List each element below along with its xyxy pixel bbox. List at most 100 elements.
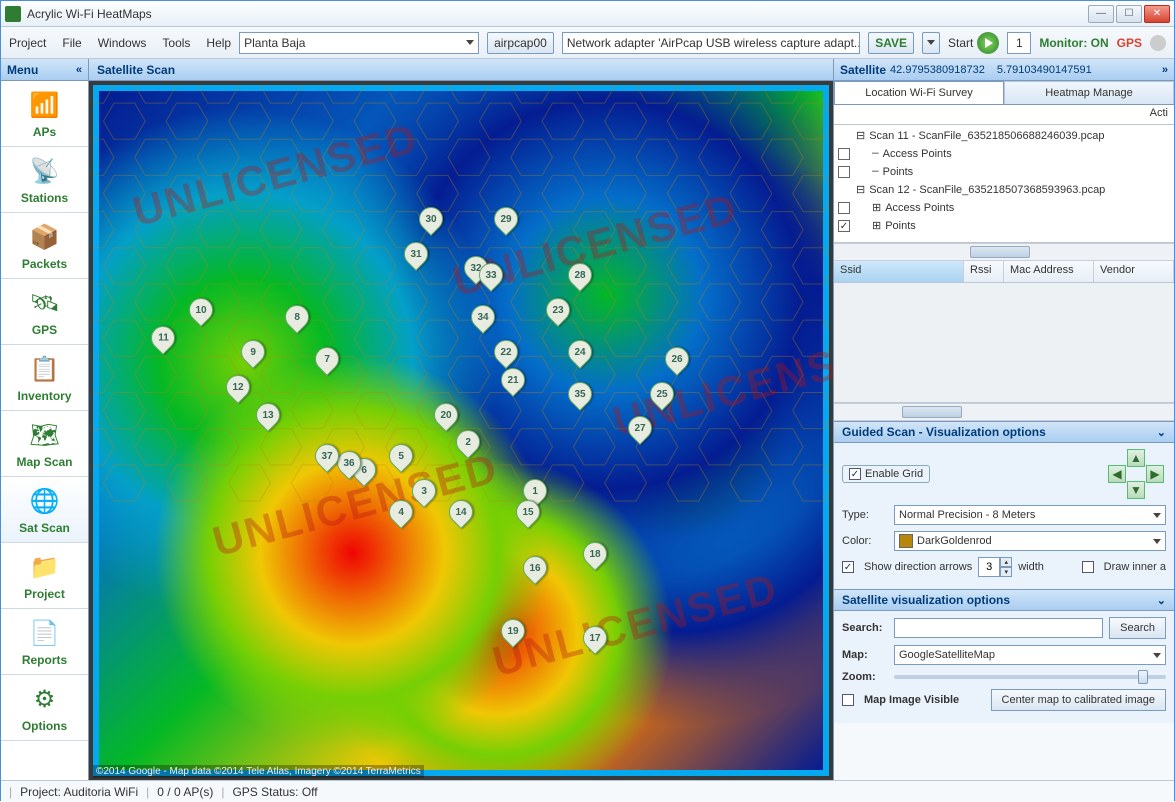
spinner-down[interactable]: ▾ [1000,567,1012,577]
tree-scrollbar[interactable] [834,243,1174,261]
map-marker[interactable]: 13 [256,403,280,431]
menu-file[interactable]: File [62,36,81,50]
expand-icon[interactable]: » [1162,64,1168,76]
tab-location-survey[interactable]: Location Wi-Fi Survey [834,81,1004,104]
map-marker[interactable]: 37 [315,444,339,472]
map-marker[interactable]: 21 [501,368,525,396]
satellite-options-header[interactable]: Satellite visualization options⌄ [834,589,1174,611]
map-marker[interactable]: 3 [412,479,436,507]
scan-count[interactable]: 1 [1007,32,1031,54]
map-marker[interactable]: 27 [628,416,652,444]
save-button[interactable]: SAVE [868,32,914,54]
map-marker[interactable]: 9 [241,340,265,368]
sidebar-item-inventory[interactable]: 📋Inventory [1,345,88,411]
menu-windows[interactable]: Windows [98,36,147,50]
scan-node[interactable]: ⊟ Scan 12 - ScanFile_635218507368593963.… [838,181,1170,199]
sidebar-item-stations[interactable]: 📡Stations [1,147,88,213]
tree-checkbox[interactable] [838,202,850,214]
guided-scan-section-header[interactable]: Guided Scan - Visualization options⌄ [834,421,1174,443]
zoom-slider[interactable] [894,675,1166,679]
arrow-width-spinner[interactable]: ▴▾ [978,557,1012,577]
search-input[interactable] [894,618,1103,638]
map-marker[interactable]: 5 [389,444,413,472]
map-marker[interactable]: 20 [434,403,458,431]
map-marker[interactable]: 17 [583,626,607,654]
monitor-status[interactable]: Monitor: ON [1039,36,1108,50]
sidebar-item-gps[interactable]: 🛰GPS [1,279,88,345]
map-marker[interactable]: 31 [404,242,428,270]
tree-checkbox[interactable] [838,166,850,178]
collapse-icon[interactable]: « [76,64,82,76]
map-marker[interactable]: 16 [523,556,547,584]
scan-tree[interactable]: ⊟ Scan 11 - ScanFile_635218506688246039.… [834,125,1174,243]
map-marker[interactable]: 36 [337,451,361,479]
map-marker[interactable]: 11 [151,326,175,354]
map-marker[interactable]: 14 [449,500,473,528]
adapter-description[interactable]: Network adapter 'AirPcap USB wireless ca… [562,32,860,54]
save-dropdown[interactable] [922,32,940,54]
spinner-up[interactable]: ▴ [1000,557,1012,567]
sidebar-item-sat-scan[interactable]: 🌐Sat Scan [1,477,88,543]
sidebar-item-options[interactable]: ⚙Options [1,675,88,741]
scan-child[interactable]: ✓⊞ Points [838,217,1170,235]
map-marker[interactable]: 33 [479,263,503,291]
tab-heatmap-manager[interactable]: Heatmap Manage [1004,81,1174,104]
map-marker[interactable]: 23 [546,298,570,326]
map-marker[interactable]: 19 [501,619,525,647]
sidebar-item-aps[interactable]: 📶APs [1,81,88,147]
map-marker[interactable]: 10 [189,298,213,326]
map-marker[interactable]: 2 [456,430,480,458]
maximize-button[interactable]: ☐ [1116,5,1142,23]
col-vendor[interactable]: Vendor [1094,261,1174,282]
center-map-button[interactable]: Center map to calibrated image [991,689,1166,711]
map-marker[interactable]: 8 [285,305,309,333]
sidebar-item-project[interactable]: 📁Project [1,543,88,609]
ssid-table-body[interactable] [834,283,1174,403]
scan-child[interactable]: — Access Points [838,145,1170,163]
map-visible-checkbox[interactable] [842,694,854,706]
minimize-button[interactable]: — [1088,5,1114,23]
scan-node[interactable]: ⊟ Scan 11 - ScanFile_635218506688246039.… [838,127,1170,145]
map-provider-select[interactable]: GoogleSatelliteMap [894,645,1166,665]
map-marker[interactable]: 24 [568,340,592,368]
map-marker[interactable]: 18 [583,542,607,570]
close-button[interactable]: ✕ [1144,5,1170,23]
ssid-scrollbar[interactable] [834,403,1174,421]
pan-right-button[interactable]: ▶ [1146,465,1164,483]
grid-color-select[interactable]: DarkGoldenrod [894,531,1166,551]
map-marker[interactable]: 4 [389,500,413,528]
precision-type-select[interactable]: Normal Precision - 8 Meters [894,505,1166,525]
col-mac[interactable]: Mac Address [1004,261,1094,282]
map-marker[interactable]: 28 [568,263,592,291]
map-marker[interactable]: 35 [568,382,592,410]
map-marker[interactable]: 7 [315,347,339,375]
scan-child[interactable]: — Points [838,163,1170,181]
scan-child[interactable]: ⊞ Access Points [838,199,1170,217]
map-canvas[interactable]: UNLICENSED UNLICENSED UNLICENSED UNLICEN… [89,81,833,780]
map-marker[interactable]: 15 [516,500,540,528]
gps-status-label[interactable]: GPS [1117,36,1142,50]
map-marker[interactable]: 22 [494,340,518,368]
map-marker[interactable]: 12 [226,375,250,403]
map-marker[interactable]: 29 [494,207,518,235]
menu-tools[interactable]: Tools [162,36,190,50]
sidebar-item-packets[interactable]: 📦Packets [1,213,88,279]
col-ssid[interactable]: Ssid [834,261,964,282]
pan-down-button[interactable]: ▼ [1127,481,1145,499]
map-marker[interactable]: 30 [419,207,443,235]
menu-help[interactable]: Help [206,36,231,50]
show-arrows-checkbox[interactable] [842,561,854,573]
arrow-width-input[interactable] [978,557,1000,577]
tree-checkbox[interactable]: ✓ [838,220,850,232]
pan-left-button[interactable]: ◀ [1108,465,1126,483]
search-button[interactable]: Search [1109,617,1166,639]
map-marker[interactable]: 25 [650,382,674,410]
sidebar-item-map-scan[interactable]: 🗺Map Scan [1,411,88,477]
tree-checkbox[interactable] [838,148,850,160]
menu-project[interactable]: Project [9,36,46,50]
draw-inner-checkbox[interactable] [1082,561,1094,573]
adapter-button[interactable]: airpcap00 [487,32,554,54]
start-button[interactable]: Start [948,32,999,54]
sidebar-item-reports[interactable]: 📄Reports [1,609,88,675]
pan-up-button[interactable]: ▲ [1127,449,1145,467]
